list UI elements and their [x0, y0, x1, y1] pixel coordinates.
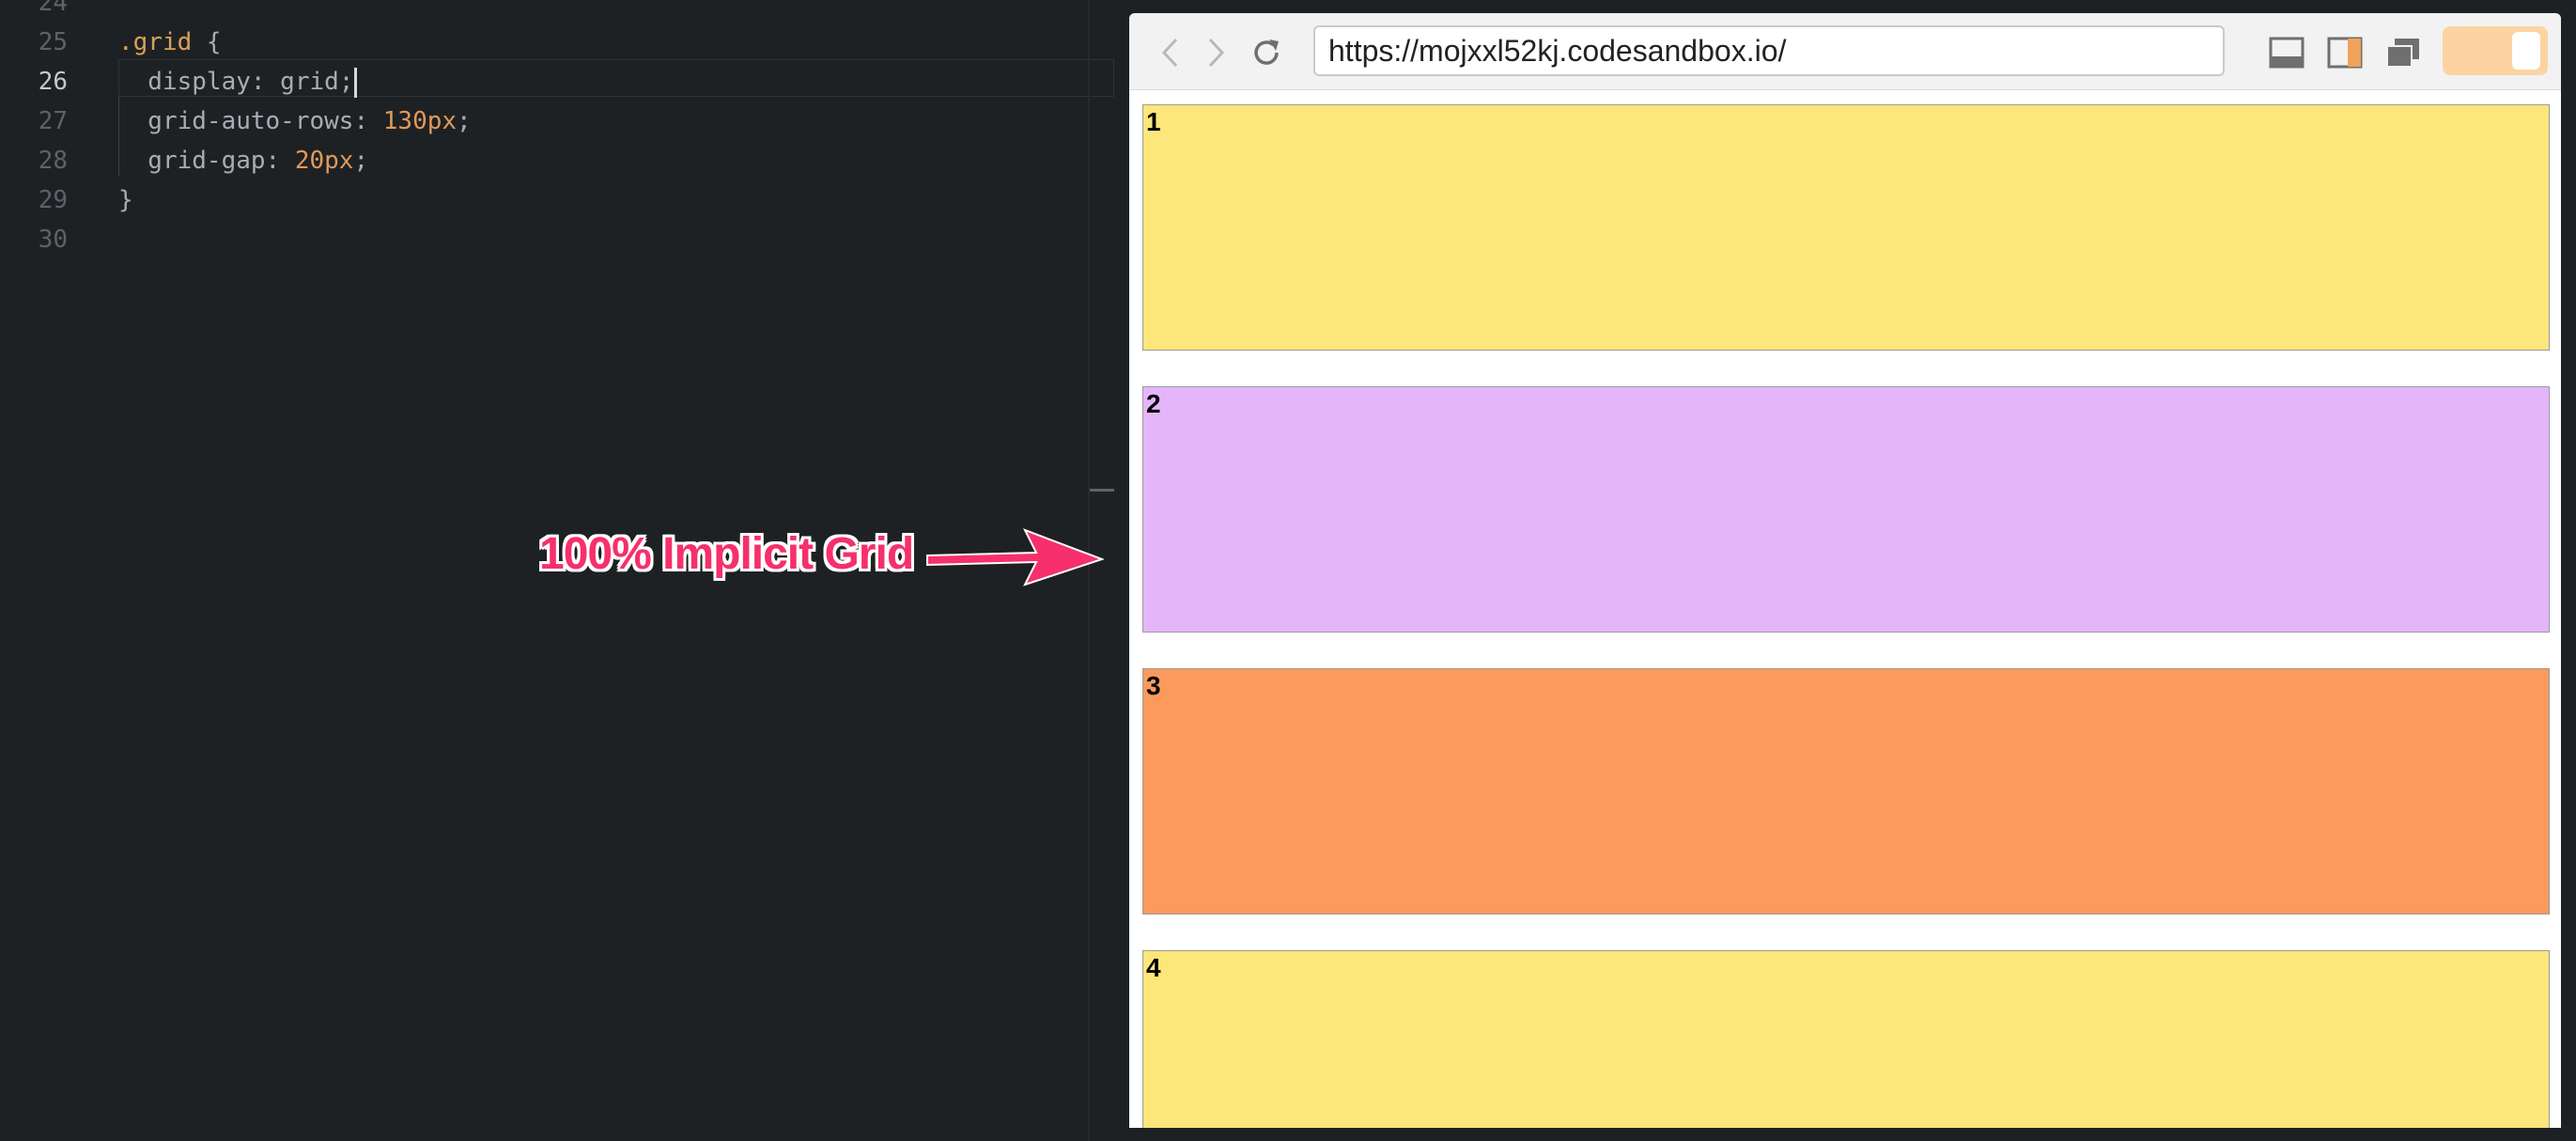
- pane-resize-handle[interactable]: [1090, 489, 1114, 492]
- forward-button[interactable]: [1203, 34, 1231, 71]
- code-line[interactable]: 24: [0, 0, 1118, 23]
- css-number: 130px: [382, 107, 458, 135]
- back-button[interactable]: [1156, 34, 1184, 71]
- css-number: 20px: [294, 147, 354, 175]
- code-text: .grid {: [118, 23, 222, 62]
- code-token: display: grid;: [118, 68, 354, 96]
- line-number: 28: [38, 147, 68, 175]
- page-viewport[interactable]: 1 2 3 4: [1129, 91, 2561, 1128]
- dock-bottom-icon: [2269, 37, 2304, 69]
- line-number: 24: [38, 0, 68, 17]
- code-token: {: [192, 28, 222, 56]
- code-token: ;: [353, 147, 369, 175]
- code-token: grid-gap:: [118, 147, 295, 175]
- browser-toolbar: https://mojxxl52kj.codesandbox.io/: [1129, 13, 2561, 90]
- chevron-left-icon: [1161, 38, 1178, 68]
- code-text: }: [118, 180, 133, 220]
- browser-preview: https://mojxxl52kj.codesandbox.io/ 1 2 3 4: [1129, 13, 2561, 1128]
- grid-item-label: 4: [1146, 953, 1161, 982]
- dock-side-icon: [2327, 37, 2363, 69]
- chevron-right-icon: [1208, 38, 1225, 68]
- grid-item: 3: [1142, 668, 2550, 914]
- code-line[interactable]: 30: [0, 220, 1118, 259]
- code-token: ;: [457, 107, 472, 135]
- preview-toggle[interactable]: [2443, 26, 2548, 75]
- text-cursor: [354, 67, 358, 98]
- css-selector: .grid: [118, 28, 193, 56]
- dock-side-button[interactable]: [2326, 34, 2364, 71]
- grid-item-label: 2: [1146, 389, 1161, 418]
- line-number: 29: [38, 186, 68, 214]
- reload-button[interactable]: [1248, 34, 1285, 71]
- code-line[interactable]: 25 .grid {: [0, 23, 1118, 62]
- grid-item-label: 1: [1146, 107, 1161, 136]
- code-line[interactable]: 27 grid-auto-rows: 130px;: [0, 102, 1118, 141]
- toggle-knob: [2512, 32, 2540, 70]
- annotation-label: 100% Implicit Grid: [539, 529, 914, 579]
- code-text: grid-auto-rows: 130px;: [118, 102, 472, 141]
- new-window-icon: [2386, 39, 2419, 68]
- grid-item: 4: [1142, 950, 2550, 1128]
- line-number: 30: [38, 226, 68, 254]
- grid-item-label: 3: [1146, 671, 1161, 700]
- code-text: grid-gap: 20px;: [118, 141, 368, 180]
- code-text: display: grid;: [118, 62, 358, 102]
- line-number: 27: [38, 107, 68, 135]
- code-token: grid-auto-rows:: [118, 107, 383, 135]
- grid-item: 1: [1142, 104, 2550, 351]
- code-line[interactable]: 28 grid-gap: 20px;: [0, 141, 1118, 180]
- reload-icon: [1254, 39, 1279, 65]
- dock-bottom-button[interactable]: [2268, 34, 2305, 71]
- annotation-arrow-icon: [926, 528, 1104, 586]
- code-token: }: [118, 186, 133, 214]
- code-line[interactable]: 29}: [0, 180, 1118, 220]
- line-number: 25: [38, 28, 68, 56]
- code-line[interactable]: 26 display: grid;: [0, 62, 1118, 102]
- url-input[interactable]: https://mojxxl52kj.codesandbox.io/: [1313, 25, 2225, 76]
- line-number: 26: [38, 68, 68, 96]
- new-window-button[interactable]: [2384, 34, 2422, 71]
- grid-item: 2: [1142, 386, 2550, 633]
